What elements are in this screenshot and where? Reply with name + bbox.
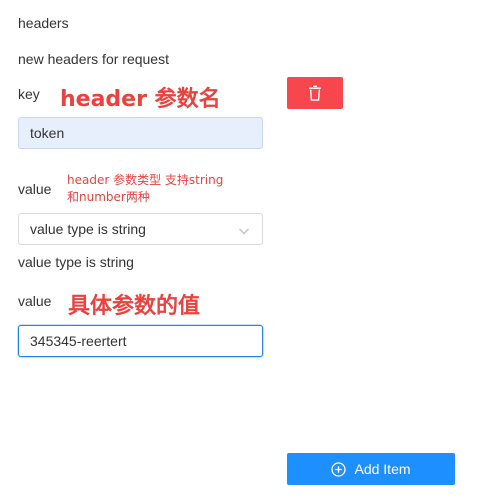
type-annotation-line2: 和number两种 [67, 190, 150, 204]
value-label: value [18, 293, 52, 309]
key-label: key [18, 86, 40, 102]
plus-circle-icon [331, 461, 347, 477]
chevron-down-icon [238, 224, 250, 240]
delete-item-button[interactable] [287, 77, 343, 109]
key-annotation: header 参数名 [60, 87, 221, 112]
type-label: value [18, 181, 52, 197]
section-title: headers [18, 15, 69, 31]
add-item-label: Add Item [354, 461, 411, 477]
trash-icon [308, 85, 322, 101]
value-input[interactable] [18, 325, 263, 357]
value-type-help: value type is string [18, 254, 134, 270]
key-input[interactable] [18, 117, 263, 149]
value-type-selected: value type is string [30, 221, 146, 237]
section-description: new headers for request [18, 51, 169, 67]
type-annotation-line1: header 参数类型 支持string [67, 173, 224, 187]
add-item-button[interactable]: Add Item [287, 453, 455, 485]
value-annotation: 具体参数的值 [68, 294, 201, 319]
value-type-select[interactable]: value type is string [18, 213, 263, 245]
